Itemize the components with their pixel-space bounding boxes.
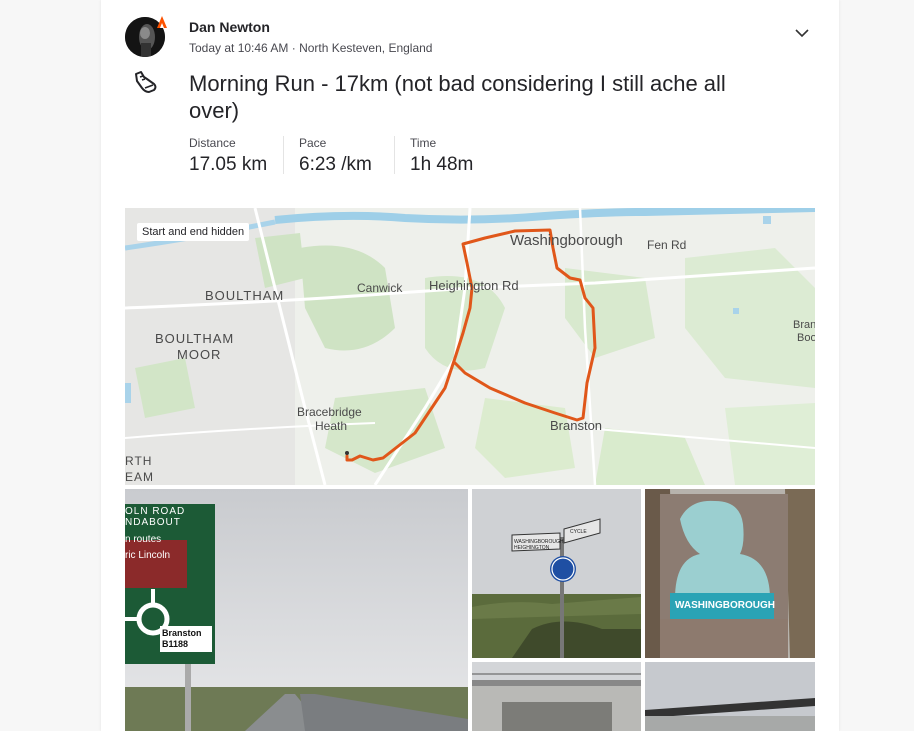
sign-line: B1188	[162, 639, 189, 649]
village-sign-text: WASHINGBOROUGH	[675, 600, 775, 611]
activity-meta: Today at 10:46 AM · North Kesteven, Engl…	[189, 41, 433, 55]
map-place-branston: Branston	[550, 418, 603, 433]
map-place-boo: Boo	[797, 332, 815, 344]
map-place-bracebridge: Bracebridge	[297, 405, 362, 419]
map-place-north: RTH	[125, 454, 153, 468]
sign-line: NDABOUT	[125, 517, 181, 528]
map-place-eam: EAM	[125, 470, 155, 484]
finger-post-label: HEIGHINGTON	[514, 545, 550, 551]
stat-value: 6:23 /km	[299, 154, 372, 175]
chevron-down-icon[interactable]	[793, 26, 811, 40]
map-place-bran: Bran	[793, 319, 815, 331]
stat-divider	[394, 136, 395, 174]
route-map[interactable]: Washingborough Fen Rd Heighington Rd Can…	[125, 208, 815, 485]
photo-finger-post[interactable]: WASHINGBOROUGH HEIGHINGTON CYCLE	[472, 489, 641, 658]
map-place-fen-rd: Fen Rd	[647, 238, 687, 252]
stat-label: Distance	[189, 136, 236, 150]
stat-divider	[283, 136, 284, 174]
sign-line: ric Lincoln	[125, 550, 171, 561]
athlete-name[interactable]: Dan Newton	[189, 19, 270, 35]
map-place-boultham: BOULTHAM	[205, 288, 285, 303]
route-line	[345, 228, 597, 462]
sign-line: Branston	[162, 628, 202, 638]
map-place-boultham-moor: BOULTHAM	[155, 331, 235, 346]
strava-badge-icon	[157, 16, 167, 28]
map-place-washingborough: Washingborough	[510, 232, 623, 249]
stat-time: Time 1h 48m	[410, 136, 473, 176]
stat-distance: Distance 17.05 km	[189, 136, 267, 176]
sign-line: OLN ROAD	[125, 506, 186, 517]
photo-bridge-1[interactable]	[472, 662, 641, 731]
run-shoe-icon	[135, 71, 157, 93]
photo-village-sign[interactable]: WASHINGBOROUGH	[645, 489, 815, 658]
photo-bridge-2-image	[645, 662, 815, 731]
stat-label: Time	[410, 136, 437, 150]
map-place-moor: MOOR	[177, 347, 222, 362]
activity-title[interactable]: Morning Run - 17km (not bad considering …	[189, 70, 749, 124]
map-place-heath: Heath	[315, 419, 348, 433]
stat-label: Pace	[299, 136, 327, 150]
privacy-label: Start and end hidden	[137, 223, 250, 241]
finger-post-label: CYCLE	[570, 529, 587, 535]
photo-village-sign-image	[645, 489, 815, 658]
photo-bridge-1-image	[472, 662, 641, 731]
sign-line: n routes	[125, 534, 162, 545]
stat-pace: Pace 6:23 /km	[299, 136, 372, 176]
map-place-canwick: Canwick	[357, 281, 403, 295]
photo-bridge-2[interactable]	[645, 662, 815, 731]
photo-road-sign[interactable]: OLN ROAD NDABOUT n routes ric Lincoln Br…	[125, 489, 468, 731]
stat-value: 17.05 km	[189, 154, 268, 175]
photo-finger-post-image	[472, 489, 641, 658]
stat-value: 1h 48m	[410, 154, 474, 175]
map-place-heighington-rd: Heighington Rd	[429, 278, 519, 293]
